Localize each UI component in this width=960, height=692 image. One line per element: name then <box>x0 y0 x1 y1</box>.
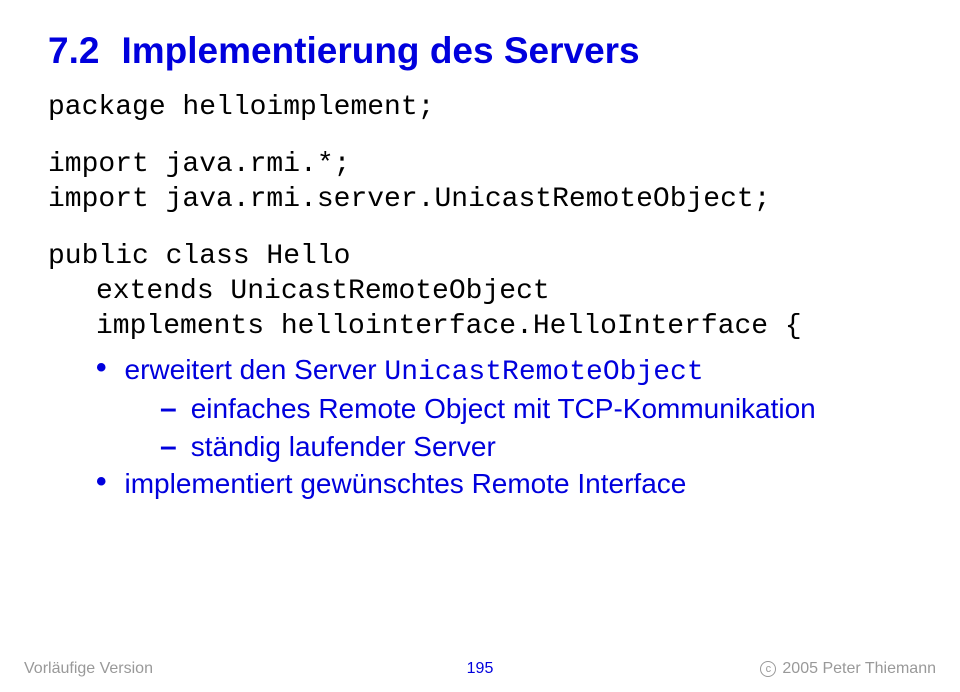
code-line: import java.rmi.*; <box>48 147 912 182</box>
code-block-package: package helloimplement; <box>48 90 912 125</box>
code-line: import java.rmi.server.UnicastRemoteObje… <box>48 182 912 217</box>
bullet-list: • erweitert den Server UnicastRemoteObje… <box>48 354 912 500</box>
dash-icon: – <box>160 392 177 426</box>
footer-right: c 2005 Peter Thiemann <box>760 660 936 678</box>
bullet-text-prefix: erweitert den Server <box>125 354 385 385</box>
sub-bullet-text: einfaches Remote Object mit TCP-Kommunik… <box>191 393 816 425</box>
page-number: 195 <box>467 660 494 678</box>
bullet-item: • erweitert den Server UnicastRemoteObje… <box>96 354 912 388</box>
bullet-text: implementiert gewünschtes Remote Interfa… <box>125 468 687 500</box>
sub-bullet-item: – ständig laufender Server <box>160 430 912 464</box>
sub-bullet-item: – einfaches Remote Object mit TCP-Kommun… <box>160 392 912 426</box>
bullet-item: • implementiert gewünschtes Remote Inter… <box>96 468 912 500</box>
section-heading: 7.2 Implementierung des Servers <box>48 30 912 72</box>
section-title: Implementierung des Servers <box>121 30 639 71</box>
footer-left: Vorläufige Version <box>24 660 153 678</box>
code-line: extends UnicastRemoteObject <box>96 274 912 309</box>
copyright-icon: c <box>760 661 776 677</box>
bullet-code: UnicastRemoteObject <box>384 357 703 388</box>
bullet-dot-icon: • <box>96 359 107 377</box>
code-line: public class Hello <box>48 239 912 274</box>
code-line: package helloimplement; <box>48 90 912 125</box>
footer-copyright-text: 2005 Peter Thiemann <box>782 660 936 678</box>
sub-bullet-text: ständig laufender Server <box>191 431 496 463</box>
bullet-dot-icon: • <box>96 473 107 491</box>
code-block-class: public class Hello extends UnicastRemote… <box>48 239 912 344</box>
section-number: 7.2 <box>48 30 99 71</box>
code-block-imports: import java.rmi.*; import java.rmi.serve… <box>48 147 912 217</box>
code-line: implements hellointerface.HelloInterface… <box>96 309 912 344</box>
dash-icon: – <box>160 430 177 464</box>
bullet-text: erweitert den Server UnicastRemoteObject <box>125 354 704 388</box>
page-footer: Vorläufige Version 195 c 2005 Peter Thie… <box>0 660 960 678</box>
